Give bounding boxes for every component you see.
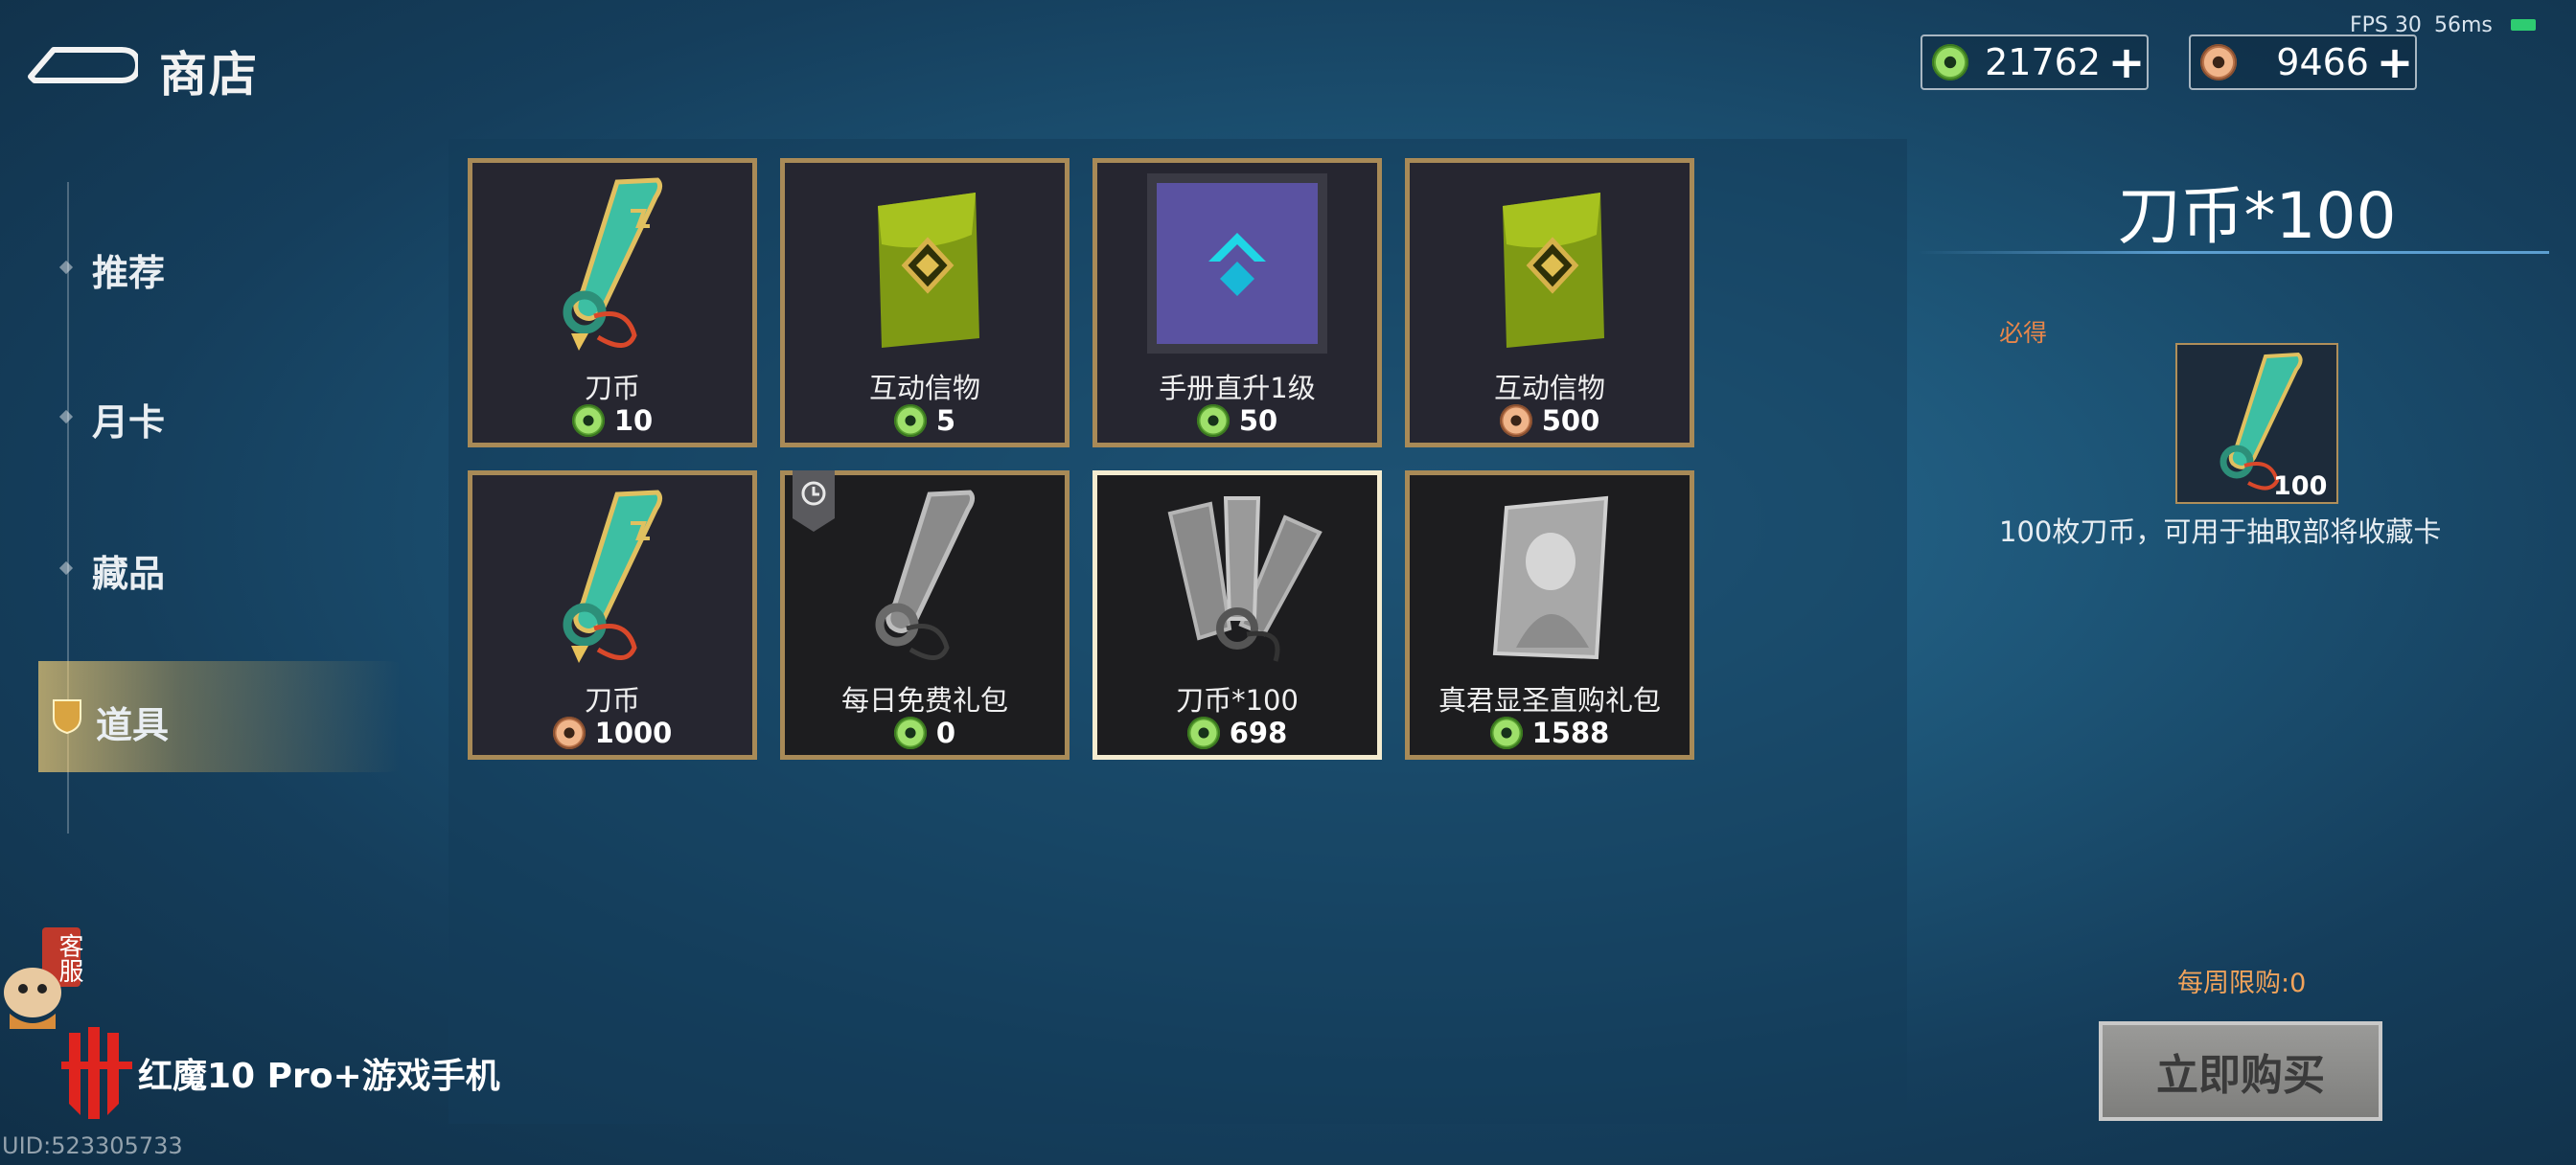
nav-marker xyxy=(58,560,74,576)
back-button[interactable] xyxy=(25,38,138,88)
weekly-limit: 每周限购:0 xyxy=(2177,969,2307,998)
price-value: 698 xyxy=(1229,717,1288,749)
price-value: 1000 xyxy=(594,717,673,749)
shop-item-card[interactable]: 互动信物 5 xyxy=(780,158,1070,447)
item-price: 1000 xyxy=(472,717,752,749)
item-name: 刀币 xyxy=(584,372,640,404)
item-price: 5 xyxy=(785,404,1065,437)
ping-readout: 56ms xyxy=(2434,13,2493,37)
jade-coin-amount: 21762 xyxy=(1985,41,2101,83)
grey-card-icon xyxy=(1410,475,1690,676)
battery-icon xyxy=(2511,19,2536,31)
detail-item-count: 100 xyxy=(2273,471,2328,501)
page-title: 商店 xyxy=(159,47,259,103)
sidebar-item-recommend[interactable]: 推荐 xyxy=(92,243,165,296)
support-label: 客服 xyxy=(55,933,83,983)
jade-coin-icon xyxy=(1932,44,1968,80)
shop-item-card[interactable]: 刀币 10 xyxy=(468,158,757,447)
price-value: 10 xyxy=(613,404,654,437)
item-name: 刀币 xyxy=(584,684,640,717)
item-name: 手册直升1级 xyxy=(1159,372,1316,404)
shop-item-card[interactable]: 手册直升1级 50 xyxy=(1092,158,1382,447)
blade-coin-icon xyxy=(472,163,752,364)
jade-coin-icon xyxy=(1489,717,1523,749)
price-value: 50 xyxy=(1238,404,1278,437)
price-value: 5 xyxy=(935,404,956,437)
item-name: 互动信物 xyxy=(1493,372,1605,404)
sidebar-item-collection[interactable]: 藏品 xyxy=(92,544,165,597)
blade-coin-icon xyxy=(472,475,752,676)
shield-icon xyxy=(53,699,81,735)
customer-service-button[interactable]: 客服 xyxy=(0,925,86,1031)
detail-title: 刀币*100 xyxy=(2117,179,2397,253)
shop-item-card[interactable]: 互动信物 500 xyxy=(1405,158,1694,447)
item-price: 50 xyxy=(1097,404,1377,437)
copper-coin-amount: 9466 xyxy=(2276,41,2369,83)
green-envelope-icon xyxy=(1410,163,1690,364)
item-price: 10 xyxy=(472,404,752,437)
must-get-label: 必得 xyxy=(1999,319,2048,347)
jade-coin-icon xyxy=(1196,404,1230,437)
jade-coin-icon xyxy=(893,717,927,749)
copper-coin-icon xyxy=(552,717,586,749)
item-name: 真君显圣直购礼包 xyxy=(1438,684,1661,717)
currency-copper-display[interactable]: 9466 + xyxy=(2189,34,2417,90)
shop-item-card[interactable]: 真君显圣直购礼包 1588 xyxy=(1405,470,1694,760)
shop-item-card[interactable]: 每日免费礼包 0 xyxy=(780,470,1070,760)
user-id: UID:523305733 xyxy=(2,1132,183,1159)
red-magic-logo-icon xyxy=(61,1027,132,1119)
add-copper-button[interactable]: + xyxy=(2375,40,2415,84)
copper-coin-icon xyxy=(2200,44,2237,80)
price-value: 0 xyxy=(935,717,956,749)
copper-coin-icon xyxy=(1499,404,1532,437)
item-price: 500 xyxy=(1410,404,1690,437)
item-price: 0 xyxy=(785,717,1065,749)
sidebar-item-monthly-card[interactable]: 月卡 xyxy=(92,393,165,445)
grey-blade-bundle-icon xyxy=(1097,475,1377,676)
item-name: 每日免费礼包 xyxy=(840,684,1008,717)
grey-blade-coin-icon xyxy=(785,475,1065,676)
add-jade-button[interactable]: + xyxy=(2106,40,2147,84)
nav-marker xyxy=(58,260,74,275)
nav-marker xyxy=(58,409,74,424)
jade-coin-icon xyxy=(893,404,927,437)
item-price: 1588 xyxy=(1410,717,1690,749)
shop-item-card[interactable]: 刀币 1000 xyxy=(468,470,757,760)
item-name: 刀币*100 xyxy=(1176,684,1299,717)
level-up-icon xyxy=(1097,163,1377,364)
buy-now-button[interactable]: 立即购买 xyxy=(2099,1021,2382,1121)
shop-panel: 刀币 10 互动信物 5 手册直升1级 50 互动信物 500 刀币 1000 … xyxy=(448,139,1907,1124)
jade-coin-icon xyxy=(1186,717,1220,749)
shop-item-card-selected[interactable]: 刀币*100 698 xyxy=(1092,470,1382,760)
sidebar-item-props[interactable]: 道具 xyxy=(96,696,169,748)
item-price: 698 xyxy=(1097,717,1377,749)
green-envelope-icon xyxy=(785,163,1065,364)
jade-coin-icon xyxy=(571,404,605,437)
price-value: 500 xyxy=(1541,404,1600,437)
price-value: 1588 xyxy=(1531,717,1610,749)
divider xyxy=(1917,251,2549,254)
detail-description: 100枚刀币，可用于抽取部将收藏卡 xyxy=(1999,515,2442,548)
brand-watermark: 红魔10 Pro+游戏手机 xyxy=(138,1057,500,1096)
currency-jade-display[interactable]: 21762 + xyxy=(1920,34,2149,90)
item-name: 互动信物 xyxy=(868,372,980,404)
